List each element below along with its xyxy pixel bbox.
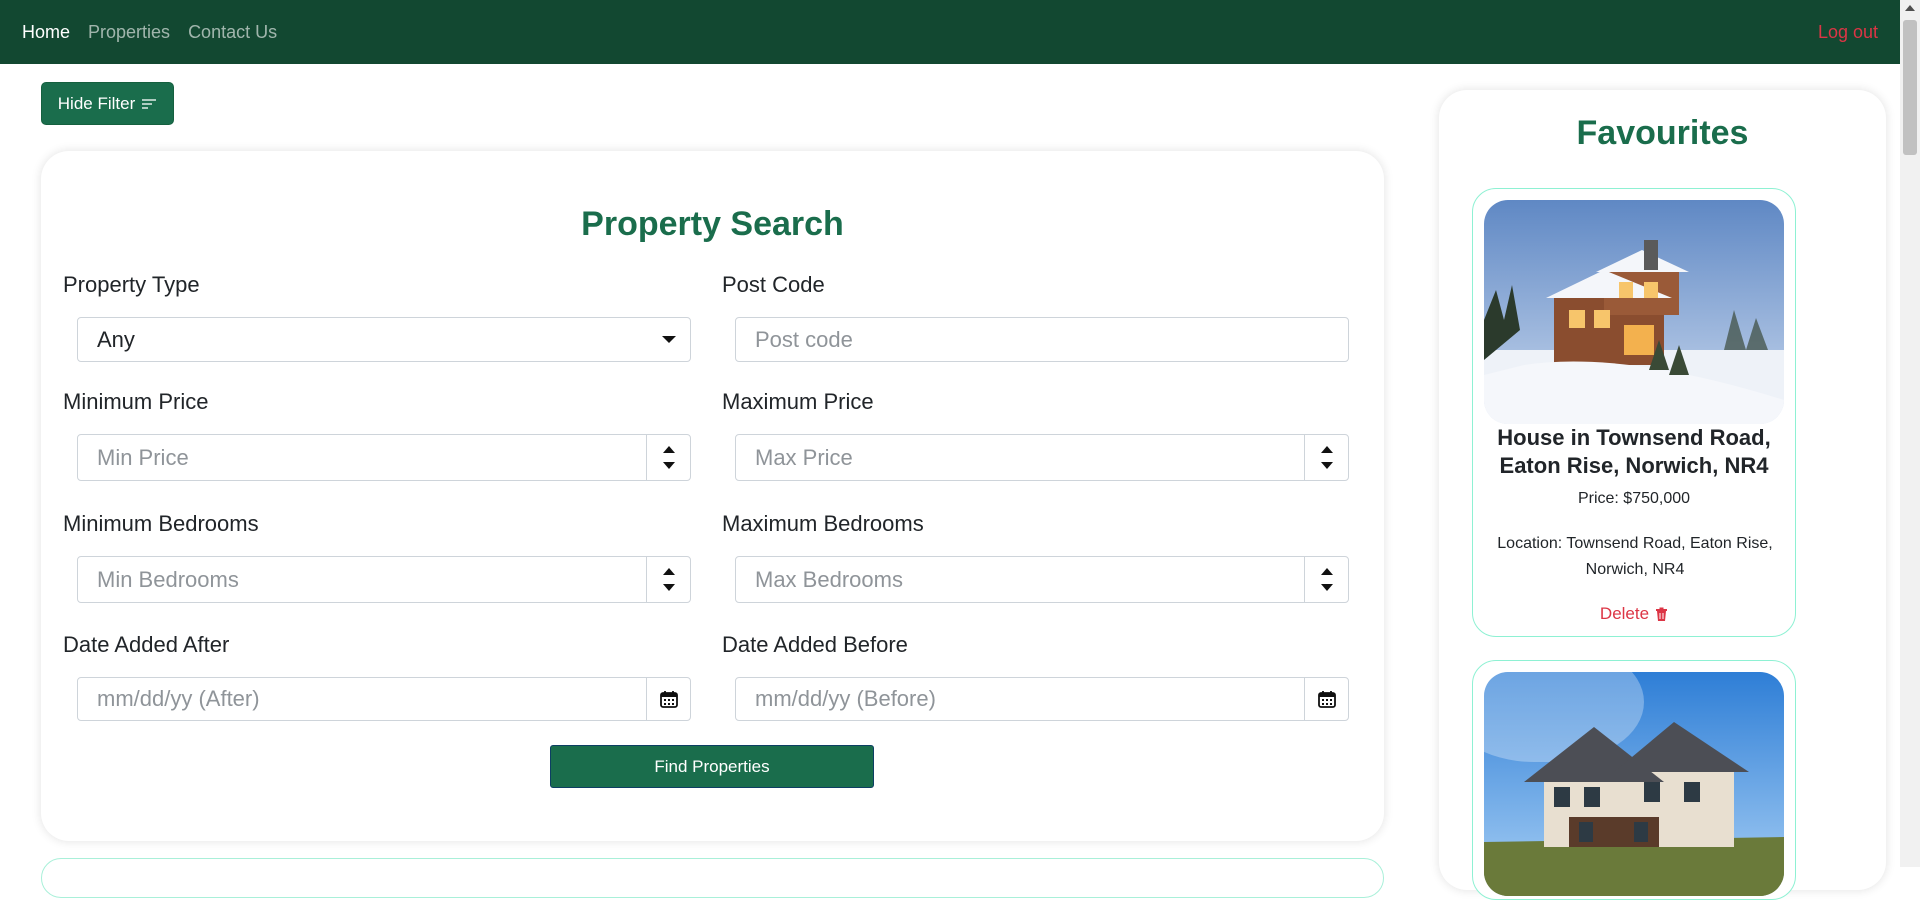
property-search-card: Property Search Property Type Any Post C… [41,151,1384,841]
post-code-input[interactable]: Post code [735,317,1349,362]
date-before-placeholder: mm/dd/yy (Before) [755,686,936,711]
min-price-input[interactable]: Min Price [77,434,691,481]
post-code-placeholder: Post code [755,326,853,352]
stepper-up-icon[interactable] [662,446,675,453]
min-price-stepper[interactable] [646,435,690,480]
nav-properties-link[interactable]: Properties [88,22,170,43]
hide-filter-button[interactable]: Hide Filter [41,82,174,125]
nav-contact-link[interactable]: Contact Us [188,22,277,43]
filter-lines-icon [142,98,157,109]
date-after-picker-button[interactable] [646,678,690,720]
find-properties-button[interactable]: Find Properties [550,745,874,788]
delete-label: Delete [1599,604,1650,623]
stepper-down-icon[interactable] [1320,584,1333,591]
stepper-down-icon[interactable] [662,462,675,469]
property-type-label: Property Type [63,272,200,297]
date-before-picker-button[interactable] [1304,678,1348,720]
max-bedrooms-input[interactable]: Max Bedrooms [735,556,1349,603]
stepper-up-icon[interactable] [662,568,675,575]
scrollbar-thumb[interactable] [1903,20,1917,155]
search-title: Property Search [581,205,844,243]
max-bedrooms-label: Maximum Bedrooms [722,511,924,536]
logout-link[interactable]: Log out [1818,22,1878,43]
date-before-input[interactable]: mm/dd/yy (Before) [735,677,1349,721]
property-type-select[interactable]: Any [77,317,691,362]
stepper-down-icon[interactable] [662,584,675,591]
trash-icon [1656,607,1668,621]
property-type-value: Any [97,326,135,352]
favourite-property-name[interactable]: House in Townsend Road, Eaton Rise, Norw… [1473,424,1795,480]
date-after-label: Date Added After [63,632,230,657]
stepper-down-icon[interactable] [1320,462,1333,469]
favourites-title: Favourites [1576,114,1749,152]
max-price-placeholder: Max Price [755,444,853,470]
max-price-input[interactable]: Max Price [735,434,1349,481]
favourites-panel: Favourites House in Townsend Road, Eaton… [1439,90,1886,900]
max-price-label: Maximum Price [722,389,874,414]
post-code-label: Post Code [722,272,825,297]
favourite-property-price: Price: $750,000 [1577,490,1691,507]
date-after-input[interactable]: mm/dd/yy (After) [77,677,691,721]
stepper-up-icon[interactable] [1320,568,1333,575]
max-bedrooms-stepper[interactable] [1304,557,1348,602]
date-after-placeholder: mm/dd/yy (After) [97,686,260,711]
min-price-label: Minimum Price [63,389,209,414]
date-before-label: Date Added Before [722,632,908,657]
stepper-up-icon[interactable] [1320,446,1333,453]
max-price-stepper[interactable] [1304,435,1348,480]
results-card-edge [41,858,1384,898]
favourite-property-location: Location: Townsend Road, Eaton Rise, Nor… [1497,535,1773,578]
min-bedrooms-input[interactable]: Min Bedrooms [77,556,691,603]
page-scrollbar[interactable] [1900,0,1920,867]
top-navbar: Home Properties Contact Us Log out [0,0,1900,64]
min-bedrooms-stepper[interactable] [646,557,690,602]
favourite-card [1472,660,1796,900]
nav-home-link[interactable]: Home [22,22,70,43]
min-bedrooms-placeholder: Min Bedrooms [97,566,239,592]
calendar-icon [659,691,678,708]
max-bedrooms-placeholder: Max Bedrooms [755,566,903,592]
chevron-down-icon [662,336,676,343]
min-bedrooms-label: Minimum Bedrooms [63,511,259,536]
calendar-icon [1317,691,1336,708]
favourite-card: House in Townsend Road, Eaton Rise, Norw… [1472,188,1796,637]
scroll-up-arrow-icon[interactable] [1905,5,1915,11]
min-price-placeholder: Min Price [97,444,189,470]
favourite-property-image[interactable] [1484,672,1784,896]
favourite-delete-button[interactable]: Delete [1473,604,1795,624]
favourite-property-image[interactable] [1484,200,1784,424]
hide-filter-label: Hide Filter [57,93,136,113]
